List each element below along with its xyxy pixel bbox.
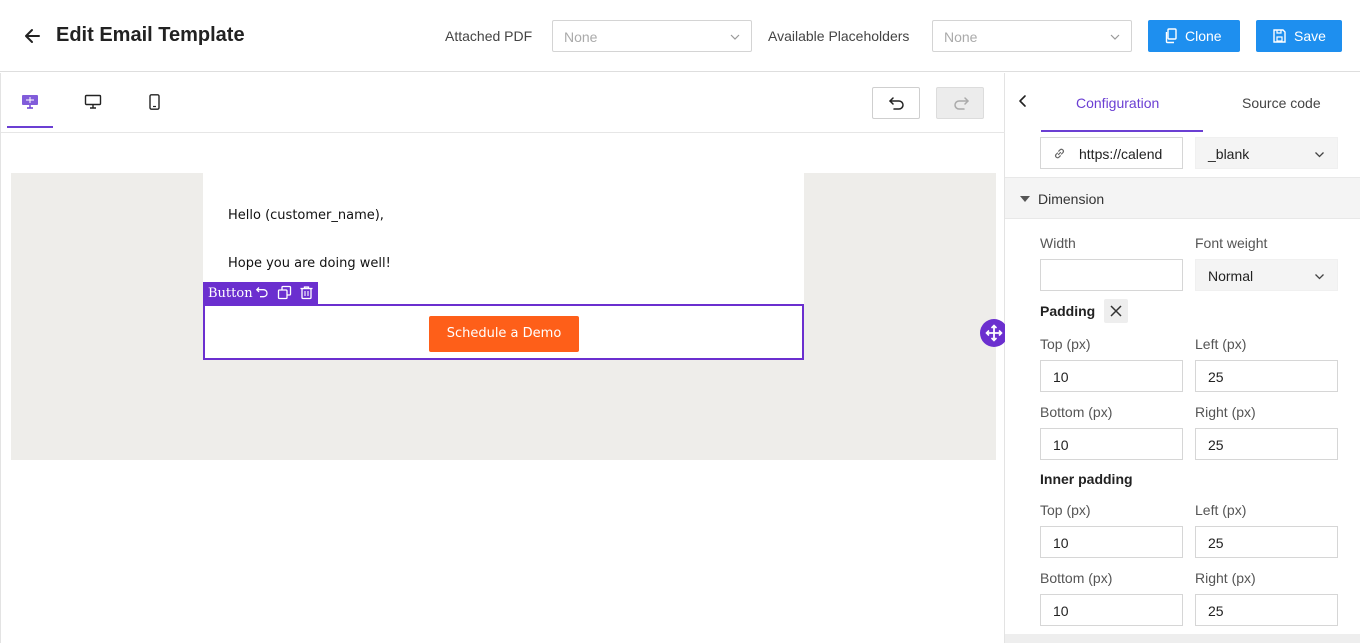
inner-padding-top-value: 10 <box>1053 535 1069 551</box>
undo-icon <box>889 97 904 110</box>
attached-pdf-value: None <box>564 29 598 45</box>
chevron-down-icon <box>1315 274 1324 280</box>
inner-padding-bottom-input[interactable]: 10 <box>1040 594 1183 626</box>
inner-padding-left-label: Left (px) <box>1195 502 1247 518</box>
inner-padding-right-value: 25 <box>1208 603 1224 619</box>
placeholders-select[interactable]: None <box>932 20 1132 52</box>
redo-button[interactable] <box>936 87 984 119</box>
chevron-down-icon <box>1315 152 1324 158</box>
padding-top-input[interactable]: 10 <box>1040 360 1183 392</box>
padding-bottom-input[interactable]: 10 <box>1040 428 1183 460</box>
font-weight-value: Normal <box>1208 268 1254 284</box>
body-text: Hope you are doing well! <box>228 256 391 271</box>
clone-label: Clone <box>1185 28 1222 44</box>
padding-left-value: 25 <box>1208 369 1224 385</box>
inner-padding-top-label: Top (px) <box>1040 502 1091 518</box>
attached-pdf-select[interactable]: None <box>552 20 752 52</box>
tab-configuration-label: Configuration <box>1076 95 1160 111</box>
desktop-preview-icon <box>22 95 38 109</box>
padding-bottom-value: 10 <box>1053 437 1069 453</box>
editor-toolbar <box>1 73 1005 133</box>
link-url-value: https://calend <box>1079 146 1163 162</box>
block-toolbar: Button <box>203 282 318 304</box>
save-icon <box>1273 29 1286 43</box>
tab-source-code-label: Source code <box>1242 95 1321 111</box>
tab-desktop[interactable] <box>70 90 116 128</box>
mobile-icon <box>149 94 160 110</box>
desktop-icon <box>84 94 102 109</box>
link-url-input[interactable]: https://calend <box>1040 137 1183 169</box>
move-icon <box>985 324 1003 342</box>
inner-padding-left-input[interactable]: 25 <box>1195 526 1338 558</box>
link-target-value: _blank <box>1208 146 1250 162</box>
inner-padding-right-input[interactable]: 25 <box>1195 594 1338 626</box>
inner-padding-right-label: Right (px) <box>1195 570 1256 586</box>
duplicate-icon[interactable] <box>277 285 292 300</box>
inner-padding-bottom-label: Bottom (px) <box>1040 570 1113 586</box>
padding-left-input[interactable]: 25 <box>1195 360 1338 392</box>
tab-desktop-preview[interactable] <box>7 90 53 128</box>
padding-right-input[interactable]: 25 <box>1195 428 1338 460</box>
page-title: Edit Email Template <box>56 24 245 46</box>
tab-mobile[interactable] <box>131 90 177 128</box>
padding-right-label: Right (px) <box>1195 404 1256 420</box>
greeting-text: Hello (customer_name), <box>228 208 384 223</box>
clear-padding-button[interactable] <box>1104 299 1128 323</box>
schedule-demo-button[interactable]: Schedule a Demo <box>429 316 579 352</box>
tab-source-code[interactable]: Source code <box>1203 73 1360 132</box>
undo-button[interactable] <box>872 87 920 119</box>
trash-icon[interactable] <box>299 285 314 300</box>
reset-icon[interactable] <box>255 285 270 300</box>
padding-left-label: Left (px) <box>1195 336 1247 352</box>
font-weight-label: Font weight <box>1195 235 1268 251</box>
chevron-left-icon[interactable] <box>1015 93 1031 109</box>
inner-padding-left-value: 25 <box>1208 535 1224 551</box>
panel-next-section <box>1005 634 1360 643</box>
link-target-select[interactable]: _blank <box>1195 137 1338 169</box>
chevron-down-icon <box>730 34 740 40</box>
width-input[interactable] <box>1040 259 1183 291</box>
placeholders-label: Available Placeholders <box>768 28 910 44</box>
top-header: Edit Email Template Attached PDF None Av… <box>0 0 1360 72</box>
close-icon <box>1110 305 1122 317</box>
padding-top-value: 10 <box>1053 369 1069 385</box>
dimension-section-header[interactable]: Dimension <box>1005 177 1360 219</box>
tab-configuration[interactable]: Configuration <box>1041 73 1203 132</box>
editor-area: Hello (customer_name), Hope you are doin… <box>0 73 1008 643</box>
padding-right-value: 25 <box>1208 437 1224 453</box>
redo-icon <box>954 97 969 110</box>
dimension-section-title: Dimension <box>1038 191 1105 207</box>
save-label: Save <box>1294 28 1326 44</box>
config-panel: Configuration Source code https://calend… <box>1005 73 1360 643</box>
block-type-label: Button <box>208 286 253 301</box>
save-button[interactable]: Save <box>1256 20 1342 52</box>
caret-down-icon <box>1020 196 1030 202</box>
width-label: Width <box>1040 235 1076 251</box>
move-handle[interactable] <box>980 319 1008 347</box>
inner-padding-top-input[interactable]: 10 <box>1040 526 1183 558</box>
back-arrow-icon[interactable] <box>20 24 44 48</box>
link-icon <box>1055 148 1064 159</box>
attached-pdf-label: Attached PDF <box>445 28 533 44</box>
email-canvas: Hello (customer_name), Hope you are doin… <box>11 173 1008 460</box>
padding-top-label: Top (px) <box>1040 336 1091 352</box>
padding-heading: Padding <box>1040 303 1096 319</box>
placeholders-value: None <box>944 29 978 45</box>
inner-padding-heading: Inner padding <box>1040 471 1133 487</box>
inner-padding-bottom-value: 10 <box>1053 603 1069 619</box>
padding-bottom-label: Bottom (px) <box>1040 404 1113 420</box>
button-block-selected[interactable]: Schedule a Demo <box>203 304 804 360</box>
email-body: Hello (customer_name), Hope you are doin… <box>203 173 1008 460</box>
copy-icon <box>1165 28 1177 44</box>
chevron-down-icon <box>1110 34 1120 40</box>
clone-button[interactable]: Clone <box>1148 20 1240 52</box>
font-weight-select[interactable]: Normal <box>1195 259 1338 291</box>
